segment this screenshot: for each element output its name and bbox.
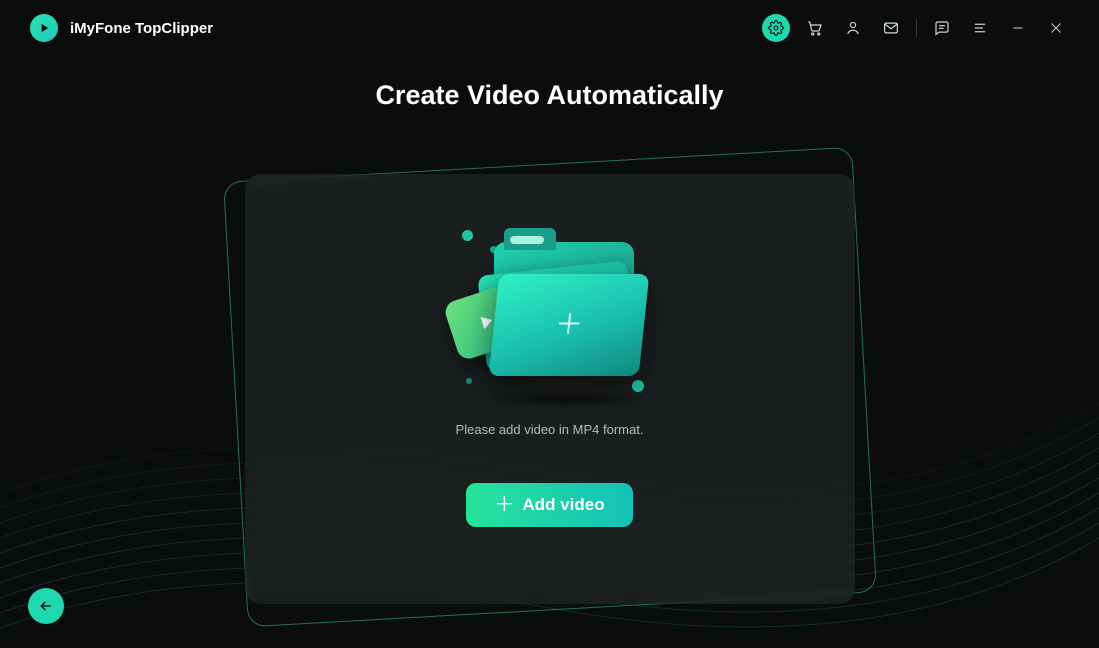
- folder-illustration: ＋: [420, 202, 680, 412]
- plus-icon: ＋: [553, 311, 584, 339]
- user-icon[interactable]: [834, 9, 872, 47]
- message-square-icon[interactable]: [923, 9, 961, 47]
- gear-icon[interactable]: [762, 14, 790, 42]
- titlebar: iMyFone TopClipper: [0, 0, 1099, 56]
- format-hint: Please add video in MP4 format.: [456, 422, 644, 437]
- cart-icon[interactable]: [796, 9, 834, 47]
- arrow-left-icon: [38, 598, 54, 614]
- app-name: iMyFone TopClipper: [70, 20, 213, 37]
- menu-icon[interactable]: [961, 9, 999, 47]
- illus-shadow: [484, 390, 648, 408]
- header-actions: [762, 9, 1075, 47]
- folder-front-icon: ＋: [488, 274, 649, 376]
- back-button[interactable]: [28, 588, 64, 624]
- add-video-button[interactable]: ＋ Add video: [466, 483, 632, 527]
- drop-card-wrap: ＋ Please add video in MP4 format. ＋ Add …: [245, 174, 855, 604]
- minimize-icon[interactable]: [999, 9, 1037, 47]
- decor-dot-icon: [466, 378, 472, 384]
- decor-dot-icon: [632, 380, 644, 392]
- drop-card[interactable]: ＋ Please add video in MP4 format. ＋ Add …: [245, 174, 855, 604]
- header-divider: [916, 19, 917, 37]
- close-icon[interactable]: [1037, 9, 1075, 47]
- mail-icon[interactable]: [872, 9, 910, 47]
- brand: iMyFone TopClipper: [30, 14, 213, 42]
- add-video-label: Add video: [522, 495, 604, 515]
- main-stage: Create Video Automatically ＋: [0, 56, 1099, 648]
- app-logo-icon: [30, 14, 58, 42]
- decor-dot-icon: [462, 230, 473, 241]
- page-title: Create Video Automatically: [0, 80, 1099, 111]
